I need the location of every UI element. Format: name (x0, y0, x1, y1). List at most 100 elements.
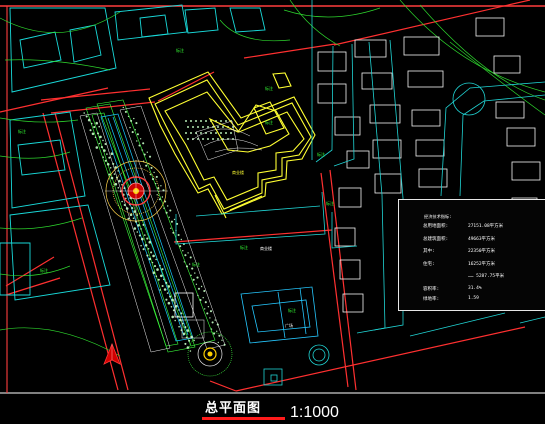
info-label: 总用地面积: (423, 224, 449, 229)
tree-symbol (100, 146, 103, 149)
tree-symbol (146, 254, 149, 257)
tree-symbol (188, 263, 191, 265)
annotation-label: 标注 (265, 120, 273, 125)
tree-symbol (155, 275, 158, 278)
tree-symbol (221, 339, 223, 341)
tree-symbol (146, 151, 148, 153)
tree-symbol (129, 126, 131, 129)
tree-symbol (156, 268, 159, 271)
tree-symbol (121, 200, 123, 203)
tree-symbol (172, 231, 175, 234)
annotation-label: 标注 (176, 48, 184, 53)
tree-symbol (159, 264, 161, 267)
residential-building (403, 36, 440, 56)
tree-symbol (140, 244, 142, 247)
tree-symbol (95, 121, 98, 125)
tree-symbol (165, 298, 168, 301)
tree-symbol (117, 170, 119, 172)
tree-symbol (217, 126, 219, 128)
tree-symbol (124, 110, 127, 113)
tree-symbol (108, 156, 111, 159)
tree-symbol (199, 298, 202, 302)
annotation-label: 标注 (240, 245, 248, 250)
annotation-label: 标注 (326, 201, 334, 206)
tree-symbol (102, 139, 104, 142)
tree-symbol (169, 209, 172, 212)
tree-symbol (148, 240, 152, 244)
tree-symbol (161, 196, 164, 198)
tree-symbol (207, 138, 209, 140)
tree-symbol (187, 138, 189, 140)
tree-symbol (163, 207, 165, 209)
tree-symbol (188, 339, 191, 342)
tree-symbol (152, 254, 155, 258)
tree-symbol (143, 153, 146, 156)
tree-symbol (209, 310, 213, 313)
tree-symbol (141, 149, 143, 151)
residential-building (374, 173, 402, 194)
residential-building (411, 109, 441, 127)
tree-symbol (180, 312, 183, 315)
tree-symbol (131, 207, 134, 210)
residential-building (418, 168, 448, 188)
tree-symbol (170, 227, 172, 229)
tree-symbol (89, 129, 92, 132)
tree-symbol (177, 233, 180, 237)
tree-symbol (210, 132, 212, 134)
tree-symbol (182, 332, 186, 336)
tree-symbol (144, 244, 148, 247)
tree-symbol (165, 281, 168, 284)
tree-symbol (197, 294, 199, 297)
tree-symbol (125, 207, 129, 210)
tree-symbol (210, 328, 213, 330)
tree-symbol (176, 241, 179, 243)
residential-building (407, 70, 444, 88)
tree-symbol (138, 144, 141, 147)
residential-building (361, 72, 393, 90)
tree-symbol (189, 350, 192, 352)
info-label: 其中: (423, 249, 435, 254)
tree-symbol (131, 131, 134, 134)
tree-symbol (189, 256, 192, 259)
residential-building (317, 51, 347, 72)
residential-building (317, 83, 347, 104)
tree-symbol (127, 115, 130, 118)
residential-building (354, 39, 387, 58)
tree-symbol (130, 119, 133, 122)
tree-symbol (133, 210, 136, 213)
tree-symbol (180, 238, 182, 241)
tree-symbol (106, 163, 110, 166)
tree-symbol (110, 152, 114, 155)
tree-symbol (140, 228, 142, 230)
tree-symbol (161, 268, 164, 271)
tree-symbol (136, 214, 138, 216)
tree-symbol (173, 218, 176, 221)
tree-symbol (168, 216, 170, 218)
tree-symbol (151, 178, 155, 181)
tree-symbol (182, 250, 184, 252)
tree-symbol (197, 126, 199, 128)
tree-symbol (215, 132, 217, 134)
tree-symbol (174, 319, 176, 322)
tree-symbol (150, 251, 153, 254)
residential-building (415, 139, 445, 157)
residential-building (506, 127, 536, 147)
tree-symbol (118, 179, 121, 183)
cad-drawing-canvas[interactable]: { "drawing": { "title": "总平面图", "scale":… (0, 0, 545, 424)
tree-symbol (85, 115, 88, 118)
tree-symbol (160, 274, 163, 278)
annotation-label: 标注 (40, 268, 48, 273)
tree-symbol (184, 326, 187, 329)
tree-symbol (96, 132, 100, 135)
tree-symbol (165, 211, 168, 214)
tree-symbol (192, 278, 195, 281)
economic-indicators-panel: 经济技术指标: 总用地面积: 27151.08平方米 总建筑面积: 49663平… (398, 199, 545, 311)
drawing-title: 总平面图 (205, 401, 262, 416)
block-label: 商业楼 (260, 246, 272, 251)
info-row: 住宅: 16252平方米 (423, 261, 538, 269)
tree-symbol (122, 106, 125, 109)
tree-symbol (204, 301, 207, 304)
tree-symbol (151, 261, 154, 264)
tree-symbol (167, 301, 171, 305)
tree-symbol (136, 231, 139, 233)
